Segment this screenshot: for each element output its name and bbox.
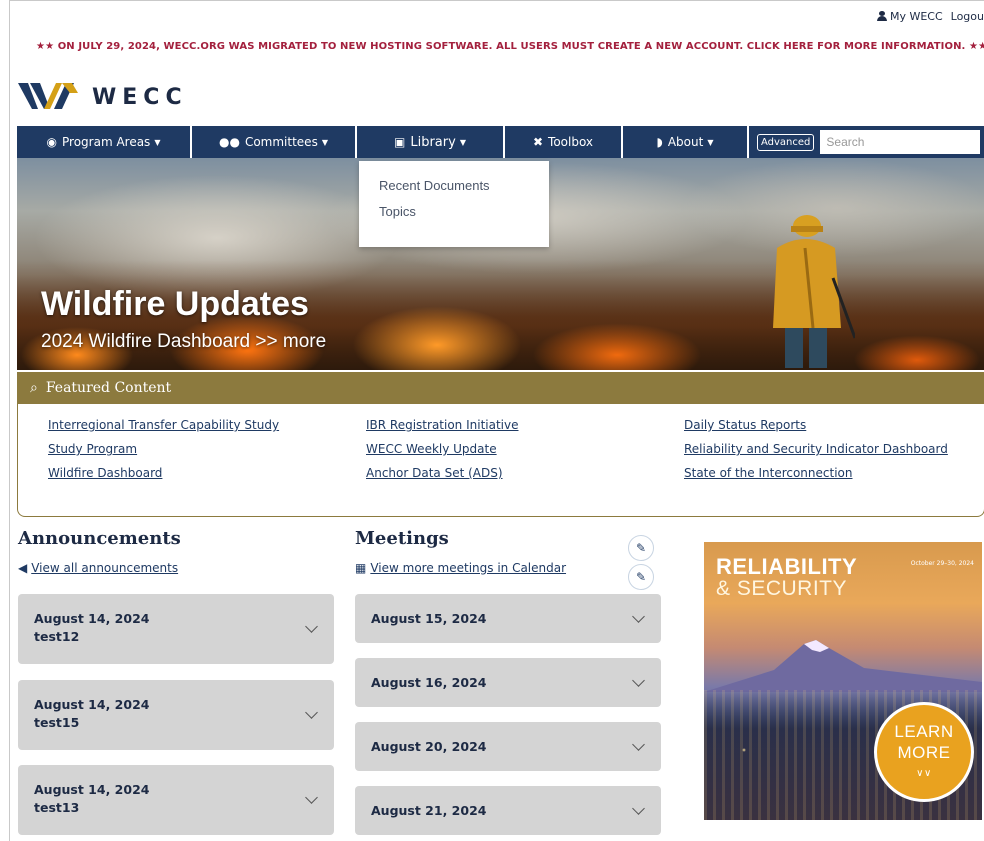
book-icon: ▣ [394,135,406,149]
featured-link[interactable]: Interregional Transfer Capability Study [48,418,279,442]
hero-title: Wildfire Updates [41,285,309,323]
ad-date: October 29–30, 2024 [910,560,974,567]
logout-link[interactable]: Logou [951,10,984,23]
featured-link[interactable]: WECC Weekly Update [366,442,519,466]
featured-link[interactable]: Wildfire Dashboard [48,466,279,490]
wecc-small-logo-icon: ∨∨ [916,767,932,779]
tools-icon: ✖ [532,135,544,149]
search-input[interactable] [820,130,981,154]
announcement-card[interactable]: August 14, 2024 test13 [18,765,334,835]
search-area: Advanced [749,126,981,158]
calendar-icon: ▦ [355,561,367,575]
caret-down-icon: ▼ [321,137,328,147]
utility-bar: My WECC Logou [876,10,984,23]
featured-content: ⌕ Featured Content Interregional Transfe… [17,372,984,517]
migration-alert[interactable]: ★★ ON JULY 29, 2024, WECC.ORG WAS MIGRAT… [36,41,984,52]
announcements-title: Announcements [18,528,181,549]
hero-subtitle-link[interactable]: 2024 Wildfire Dashboard >> more [41,331,326,353]
featured-header: ⌕ Featured Content [18,372,984,404]
featured-col-2: IBR Registration Initiative WECC Weekly … [366,418,519,490]
edit-pencil-icon[interactable]: ✎ [628,564,654,590]
user-icon [876,11,887,21]
reliability-security-ad[interactable]: RELIABILITY & SECURITY October 29–30, 20… [704,542,982,820]
meeting-card[interactable]: August 15, 2024 [355,594,661,643]
chat-icon: ◗ [656,135,663,149]
menu-item-topics[interactable]: Topics [359,204,549,230]
featured-link[interactable]: Study Program [48,442,279,466]
library-dropdown: Recent Documents Topics [359,161,549,247]
caret-down-icon: ▼ [154,137,161,147]
featured-link[interactable]: Reliability and Security Indicator Dashb… [684,442,948,466]
meetings-title: Meetings [355,528,449,549]
main-nav: ◉ Program Areas ▼ ●● Committees ▼ ▣ Libr… [17,126,984,158]
firefighter-figure [773,215,855,368]
edit-pencil-icon[interactable]: ✎ [628,535,654,561]
caret-down-icon: ▼ [459,137,466,147]
map-pin-icon: ◉ [46,135,57,149]
nav-library[interactable]: ▣ Library ▼ [357,126,505,158]
featured-col-3: Daily Status Reports Reliability and Sec… [684,418,948,490]
nav-program-areas[interactable]: ◉ Program Areas ▼ [17,126,192,158]
megaphone-icon: ◀ [18,561,28,575]
my-wecc-link[interactable]: My WECC [876,10,943,23]
featured-link[interactable]: IBR Registration Initiative [366,418,519,442]
advanced-search-button[interactable]: Advanced [757,133,815,151]
ad-subtitle: & SECURITY [716,577,848,600]
menu-item-recent-documents[interactable]: Recent Documents [359,178,549,204]
page-frame: My WECC Logou ★★ ON JULY 29, 2024, WECC.… [9,0,984,841]
learn-more-button[interactable]: LEARN MORE ∨∨ [874,702,974,802]
caret-down-icon: ▼ [707,137,714,147]
featured-link[interactable]: Anchor Data Set (ADS) [366,466,519,490]
wecc-logo-mark-icon [18,83,78,109]
meeting-card[interactable]: August 20, 2024 [355,722,661,771]
featured-col-1: Interregional Transfer Capability Study … [48,418,279,490]
wecc-logo[interactable]: WECC [18,79,188,115]
mountain-image [704,640,982,692]
nav-about[interactable]: ◗ About ▼ [623,126,749,158]
announcement-card[interactable]: August 14, 2024 test15 [18,680,334,750]
search-icon: ⌕ [30,380,38,396]
featured-link[interactable]: Daily Status Reports [684,418,948,442]
announcement-card[interactable]: August 14, 2024 test12 [18,594,334,664]
view-all-announcements-link[interactable]: ◀ View all announcements [18,561,178,575]
logo-text: WECC [92,84,188,110]
users-icon: ●● [219,135,240,149]
meeting-card[interactable]: August 21, 2024 [355,786,661,835]
view-more-meetings-link[interactable]: ▦ View more meetings in Calendar [355,561,566,575]
nav-toolbox[interactable]: ✖ Toolbox [505,126,623,158]
nav-committees[interactable]: ●● Committees ▼ [192,126,357,158]
featured-link[interactable]: State of the Interconnection [684,466,948,490]
meeting-card[interactable]: August 16, 2024 [355,658,661,707]
